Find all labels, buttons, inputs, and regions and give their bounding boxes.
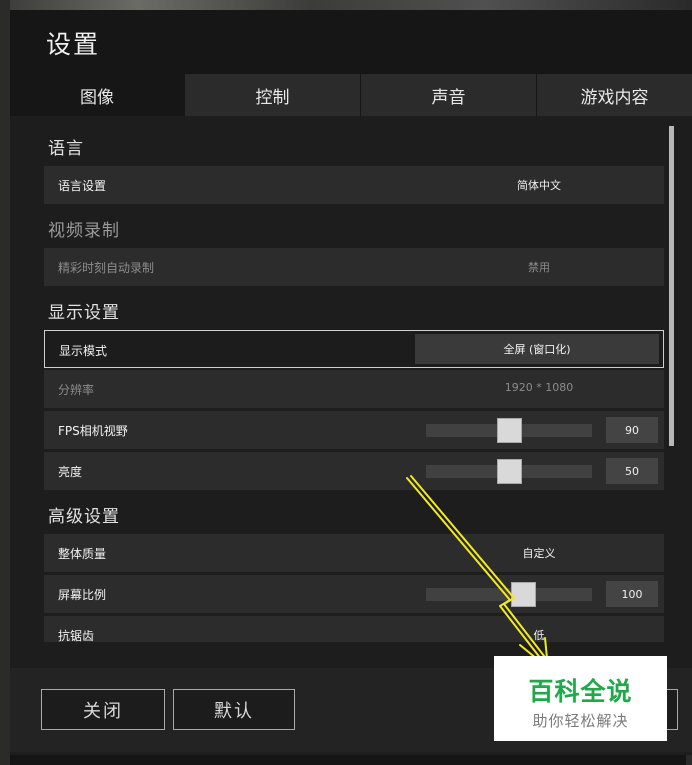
background-scene-left [0, 0, 10, 765]
section-heading-advanced: 高级设置 [48, 507, 120, 527]
setting-label: 语言设置 [58, 179, 107, 193]
fps-fov-slider[interactable] [426, 418, 592, 443]
brightness-value-field[interactable]: 50 [606, 458, 658, 484]
screen-scale-slider[interactable] [426, 582, 592, 607]
default-button[interactable]: 默认 [173, 689, 295, 730]
tab-gameplay[interactable]: 游戏内容 [537, 74, 692, 116]
slider-thumb[interactable] [497, 418, 522, 443]
screen-scale-value-field[interactable]: 100 [606, 581, 658, 607]
setting-label: 抗锯齿 [58, 629, 95, 642]
section-heading-display: 显示设置 [48, 303, 120, 323]
slider-thumb[interactable] [497, 459, 522, 484]
scrollbar[interactable] [669, 126, 674, 446]
watermark-logo: 百科全说 助你轻松解决 [494, 656, 667, 741]
setting-row-screen-scale: 屏幕比例 100 [44, 575, 664, 613]
tab-bar: 图像 控制 声音 游戏内容 [10, 74, 692, 116]
page-title: 设置 [46, 30, 101, 59]
display-mode-dropdown[interactable]: 全屏 (窗口化) [415, 334, 659, 364]
close-button[interactable]: 关闭 [41, 689, 165, 730]
watermark-title: 百科全说 [528, 677, 633, 706]
setting-row-fps-fov: FPS相机视野 90 [44, 411, 664, 449]
setting-label: 显示模式 [59, 344, 108, 358]
language-value[interactable]: 简体中文 [414, 177, 664, 193]
setting-row-resolution: 分辨率 1920 * 1080 [44, 370, 664, 408]
section-heading-video-record: 视频录制 [48, 221, 120, 241]
setting-label: 屏幕比例 [58, 588, 107, 602]
title-bar [10, 10, 692, 74]
settings-list: 语言 语言设置 简体中文 视频录制 精彩时刻自动录制 禁用 显示设置 显示模式 … [10, 118, 672, 642]
setting-label: FPS相机视野 [58, 424, 128, 438]
setting-label: 精彩时刻自动录制 [58, 261, 155, 275]
fps-fov-value-field[interactable]: 90 [606, 417, 658, 443]
setting-row-anti-aliasing[interactable]: 抗锯齿 低 [44, 616, 664, 642]
setting-row-language[interactable]: 语言设置 简体中文 [44, 166, 664, 204]
section-heading-language: 语言 [48, 139, 84, 159]
highlight-record-value: 禁用 [528, 261, 550, 274]
watermark-subtitle: 助你轻松解决 [532, 712, 629, 730]
tab-graphics[interactable]: 图像 [10, 74, 184, 116]
anti-aliasing-value[interactable]: 低 [414, 627, 664, 642]
slider-thumb[interactable] [511, 582, 536, 607]
setting-row-overall-quality[interactable]: 整体质量 自定义 [44, 534, 664, 572]
tab-sound[interactable]: 声音 [361, 74, 536, 116]
setting-row-brightness: 亮度 50 [44, 452, 664, 490]
setting-label: 分辨率 [58, 383, 95, 397]
overall-quality-value[interactable]: 自定义 [414, 545, 664, 561]
brightness-slider[interactable] [426, 459, 592, 484]
tab-controls[interactable]: 控制 [185, 74, 360, 116]
resolution-value: 1920 * 1080 [504, 381, 574, 394]
setting-row-display-mode[interactable]: 显示模式 全屏 (窗口化) [44, 330, 664, 368]
setting-label: 亮度 [58, 465, 83, 479]
setting-label: 整体质量 [58, 547, 107, 561]
setting-row-highlight-record: 精彩时刻自动录制 禁用 [44, 248, 664, 286]
